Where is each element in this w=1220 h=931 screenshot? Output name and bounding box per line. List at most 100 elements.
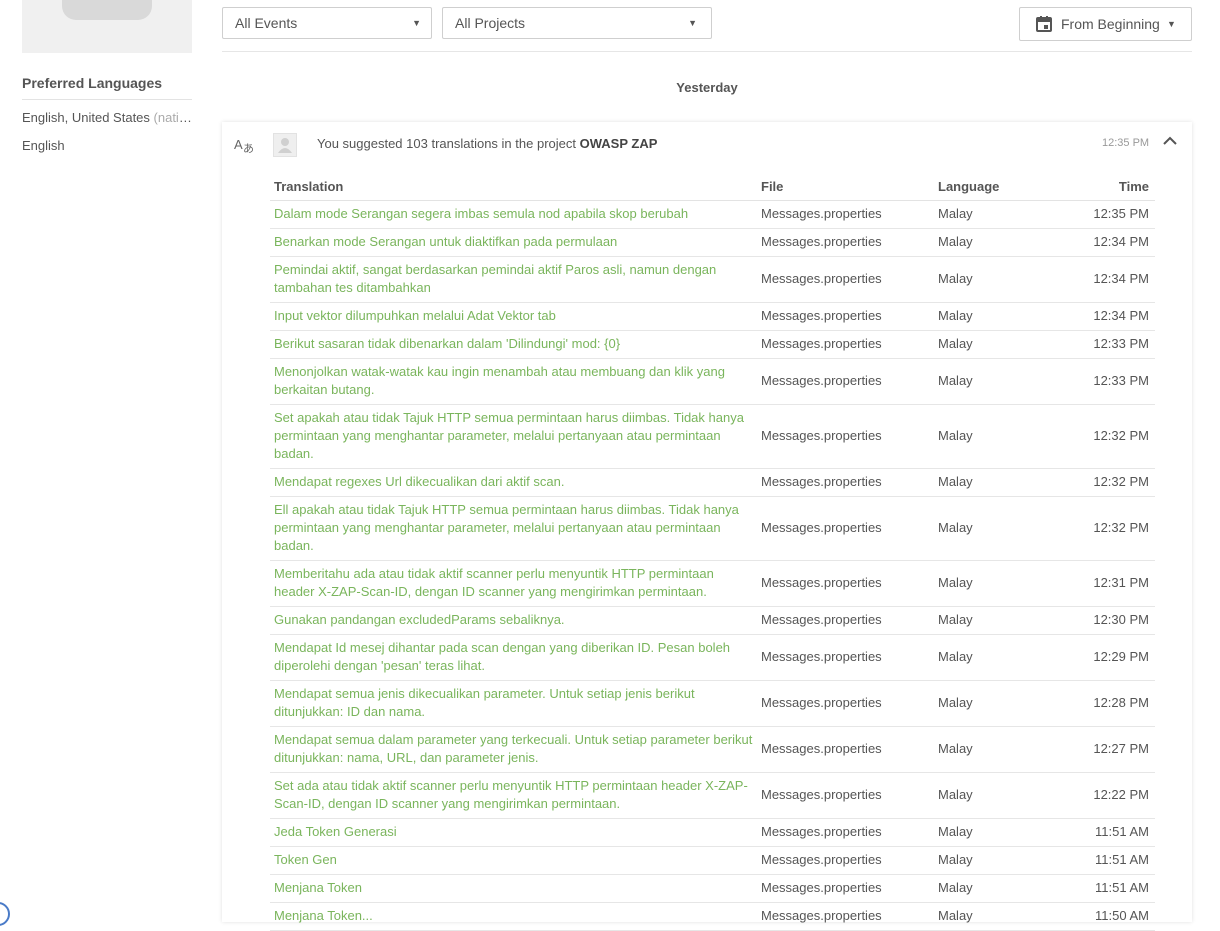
translation-link[interactable]: Menjana Token... — [270, 902, 757, 931]
event-time: 12:35 PM — [1102, 137, 1150, 149]
translation-link[interactable]: Mendapat semua jenis dikecualikan parame… — [270, 680, 757, 727]
language-item: English — [22, 138, 192, 153]
column-header-time: Time — [1074, 178, 1155, 201]
events-filter-select[interactable]: All Events ▼ — [222, 7, 432, 39]
table-row: Memberitahu ada atau tidak aktif scanner… — [270, 560, 1155, 607]
table-header-row: Translation File Language Time — [270, 178, 1155, 201]
language-cell: Malay — [934, 256, 1074, 303]
time-cell: 12:34 PM — [1074, 256, 1155, 303]
table-row: Berikut sasaran tidak dibenarkan dalam '… — [270, 330, 1155, 359]
language-cell: Malay — [934, 496, 1074, 561]
translation-link[interactable]: Mendapat Id mesej dihantar pada scan den… — [270, 634, 757, 681]
user-avatar-icon[interactable] — [273, 133, 297, 157]
file-cell: Messages.properties — [757, 560, 934, 607]
file-cell: Messages.properties — [757, 256, 934, 303]
file-cell: Messages.properties — [757, 200, 934, 229]
file-cell: Messages.properties — [757, 228, 934, 257]
time-cell: 12:22 PM — [1074, 772, 1155, 819]
language-name: English — [22, 138, 65, 153]
language-cell: Malay — [934, 200, 1074, 229]
table-row: Dalam mode Serangan segera imbas semula … — [270, 200, 1155, 229]
file-cell: Messages.properties — [757, 496, 934, 561]
file-cell: Messages.properties — [757, 874, 934, 903]
time-cell: 12:32 PM — [1074, 404, 1155, 469]
file-cell: Messages.properties — [757, 302, 934, 331]
translation-link[interactable]: Pemindai aktif, sangat berdasarkan pemin… — [270, 256, 757, 303]
table-row: Benarkan mode Serangan untuk diaktifkan … — [270, 228, 1155, 257]
corner-widget — [0, 902, 10, 926]
time-cell: 12:34 PM — [1074, 228, 1155, 257]
translation-link[interactable]: Berikut sasaran tidak dibenarkan dalam '… — [270, 330, 757, 359]
time-cell: 12:29 PM — [1074, 634, 1155, 681]
time-cell: 12:35 PM — [1074, 200, 1155, 229]
translation-link[interactable]: Jeda Token Generasi — [270, 818, 757, 847]
time-cell: 12:27 PM — [1074, 726, 1155, 773]
language-cell: Malay — [934, 228, 1074, 257]
chevron-down-icon: ▼ — [412, 18, 421, 28]
table-row: Token Gen Messages.properties Malay 11:51 A… — [270, 846, 1155, 875]
table-row: Mendapat semua dalam parameter yang terk… — [270, 726, 1155, 773]
chevron-down-icon: ▼ — [1167, 19, 1176, 29]
chevron-up-icon[interactable] — [1163, 136, 1177, 146]
file-cell: Messages.properties — [757, 680, 934, 727]
translation-link[interactable]: Menonjolkan watak-watak kau ingin menamb… — [270, 358, 757, 405]
file-cell: Messages.properties — [757, 818, 934, 847]
file-cell: Messages.properties — [757, 404, 934, 469]
language-cell: Malay — [934, 560, 1074, 607]
table-row: Menjana Token... Messages.properties Malay… — [270, 902, 1155, 931]
project-link[interactable]: OWASP ZAP — [580, 136, 658, 151]
translation-link[interactable]: Set apakah atau tidak Tajuk HTTP semua p… — [270, 404, 757, 469]
time-cell: 11:51 AM — [1074, 818, 1155, 847]
language-name: English, United States — [22, 110, 150, 125]
events-filter-value: All Events — [235, 15, 298, 31]
column-header-file: File — [757, 178, 934, 201]
divider — [222, 51, 1192, 52]
file-cell: Messages.properties — [757, 902, 934, 931]
file-cell: Messages.properties — [757, 726, 934, 773]
file-cell: Messages.properties — [757, 330, 934, 359]
translation-link[interactable]: Dalam mode Serangan segera imbas semula … — [270, 200, 757, 229]
table-row: Set ada atau tidak aktif scanner perlu m… — [270, 772, 1155, 819]
translation-link[interactable]: Ell apakah atau tidak Tajuk HTTP semua p… — [270, 496, 757, 561]
time-cell: 12:33 PM — [1074, 330, 1155, 359]
language-cell: Malay — [934, 680, 1074, 727]
preferred-languages-title: Preferred Languages — [22, 75, 192, 100]
translate-icon: A あ — [234, 137, 254, 154]
chevron-down-icon: ▼ — [688, 18, 697, 28]
table-row: Gunakan pandangan excludedParams sebalik… — [270, 606, 1155, 635]
time-cell: 12:28 PM — [1074, 680, 1155, 727]
calendar-icon — [1036, 16, 1052, 32]
time-cell: 11:50 AM — [1074, 902, 1155, 931]
language-cell: Malay — [934, 358, 1074, 405]
translation-link[interactable]: Mendapat regexes Url dikecualikan dari a… — [270, 468, 757, 497]
translation-link[interactable]: Token Gen — [270, 846, 757, 875]
translation-link[interactable]: Set ada atau tidak aktif scanner perlu m… — [270, 772, 757, 819]
time-cell: 12:33 PM — [1074, 358, 1155, 405]
file-cell: Messages.properties — [757, 846, 934, 875]
column-header-language: Language — [934, 178, 1074, 201]
language-cell: Malay — [934, 468, 1074, 497]
table-row: Mendapat regexes Url dikecualikan dari a… — [270, 468, 1155, 497]
translation-link[interactable]: Menjana Token — [270, 874, 757, 903]
table-row: Pemindai aktif, sangat berdasarkan pemin… — [270, 256, 1155, 303]
table-row: Menonjolkan watak-watak kau ingin menamb… — [270, 358, 1155, 405]
projects-filter-value: All Projects — [455, 15, 526, 31]
file-cell: Messages.properties — [757, 468, 934, 497]
file-cell: Messages.properties — [757, 606, 934, 635]
table-row: Set apakah atau tidak Tajuk HTTP semua p… — [270, 404, 1155, 469]
translation-link[interactable]: Input vektor dilumpuhkan melalui Adat Ve… — [270, 302, 757, 331]
day-header: Yesterday — [676, 80, 738, 95]
event-summary: You suggested 103 translations in the pr… — [317, 136, 657, 151]
date-range-label: From Beginning — [1061, 16, 1160, 32]
language-note: (native) — [153, 110, 192, 125]
table-row: Mendapat semua jenis dikecualikan parame… — [270, 680, 1155, 727]
translation-link[interactable]: Benarkan mode Serangan untuk diaktifkan … — [270, 228, 757, 257]
date-range-button[interactable]: From Beginning ▼ — [1019, 7, 1192, 41]
table-row: Ell apakah atau tidak Tajuk HTTP semua p… — [270, 496, 1155, 561]
projects-filter-select[interactable]: All Projects ▼ — [442, 7, 712, 39]
language-cell: Malay — [934, 874, 1074, 903]
translations-table: Translation File Language Time Dalam mod… — [270, 178, 1155, 931]
translation-link[interactable]: Gunakan pandangan excludedParams sebalik… — [270, 606, 757, 635]
translation-link[interactable]: Mendapat semua dalam parameter yang terk… — [270, 726, 757, 773]
translation-link[interactable]: Memberitahu ada atau tidak aktif scanner… — [270, 560, 757, 607]
